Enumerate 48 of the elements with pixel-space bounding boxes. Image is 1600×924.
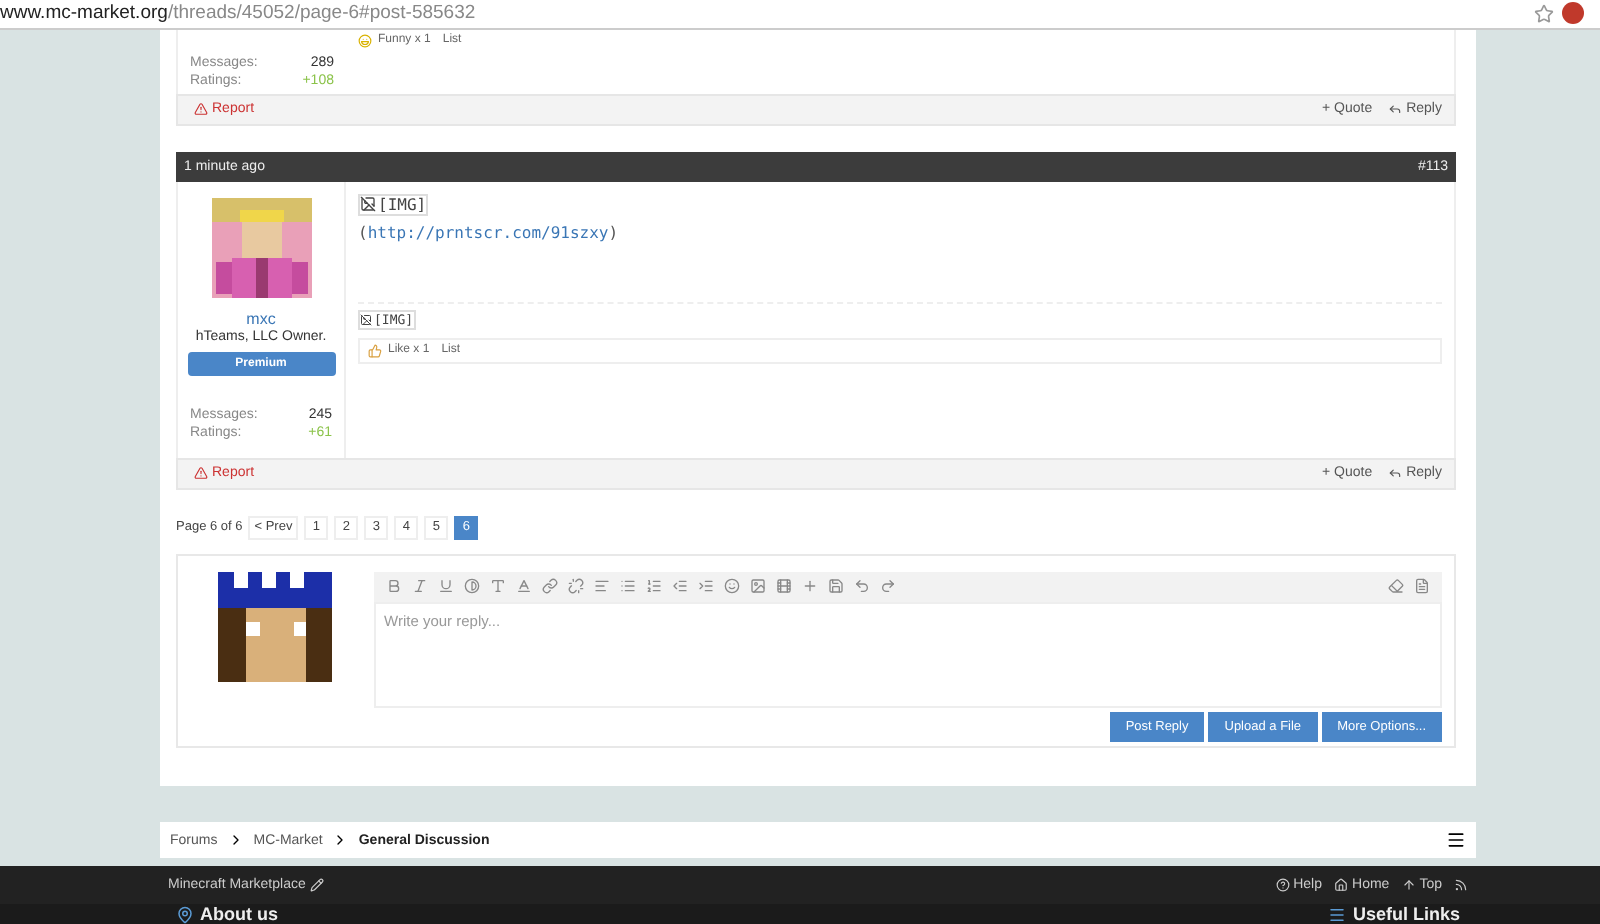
help-icon — [1275, 878, 1290, 893]
bold-icon[interactable] — [386, 578, 402, 595]
reply-icon — [1388, 466, 1403, 481]
eraser-icon — [1388, 578, 1404, 595]
list-icon — [1328, 905, 1347, 924]
laughing-face-icon — [358, 33, 372, 48]
align-icon[interactable] — [594, 578, 610, 595]
image-icon[interactable] — [750, 578, 766, 595]
rss-icon — [1454, 878, 1468, 893]
reply-icon — [1388, 102, 1403, 117]
broken-image-icon — [360, 196, 376, 213]
broken-image: [IMG] — [358, 193, 429, 216]
numbered-list-icon[interactable] — [646, 578, 662, 595]
extension-icon[interactable] — [1562, 2, 1584, 25]
link[interactable]: http://prntscr.com/91szxy — [367, 223, 609, 242]
unlink-icon[interactable] — [568, 578, 584, 595]
link-text: (http://prntscr.com/91szxy) — [358, 223, 621, 242]
save-icon[interactable] — [828, 578, 844, 595]
url-text: www.mc-market.org/threads/45052/page-6#post-585632 — [0, 2, 478, 25]
indent-icon[interactable] — [698, 578, 714, 595]
document-icon — [1414, 578, 1430, 595]
plus-icon[interactable] — [802, 578, 818, 595]
italic-icon[interactable] — [412, 578, 428, 595]
home-icon — [1334, 878, 1349, 893]
font-icon[interactable] — [516, 578, 532, 595]
undo-icon[interactable] — [854, 578, 870, 595]
bullet-list-icon[interactable] — [620, 578, 636, 595]
link-icon[interactable] — [542, 578, 558, 595]
address-bar[interactable]: www.mc-market.org/threads/45052/page-6#post-585632 — [0, 0, 1600, 30]
broken-image-icon — [360, 313, 372, 326]
menu-icon — [1446, 830, 1466, 851]
pencil-icon — [309, 878, 324, 893]
star-icon — [1534, 3, 1554, 24]
thumbs-up-icon — [368, 343, 382, 358]
arrow-up-icon — [1401, 878, 1416, 893]
redo-icon[interactable] — [880, 578, 896, 595]
outdent-icon[interactable] — [672, 578, 688, 595]
warning-icon — [194, 102, 208, 117]
contrast-icon[interactable] — [464, 578, 480, 595]
warning-icon — [194, 466, 208, 481]
underline-icon[interactable] — [438, 578, 454, 595]
footer-heading: About us — [176, 904, 278, 924]
map-pin-icon — [176, 905, 194, 924]
media-icon[interactable] — [776, 578, 792, 595]
font-size-icon[interactable] — [490, 578, 506, 595]
footer-heading: Useful Links — [1328, 904, 1460, 924]
smiley-icon[interactable] — [724, 578, 740, 595]
user-name[interactable]: mxc — [246, 309, 276, 328]
